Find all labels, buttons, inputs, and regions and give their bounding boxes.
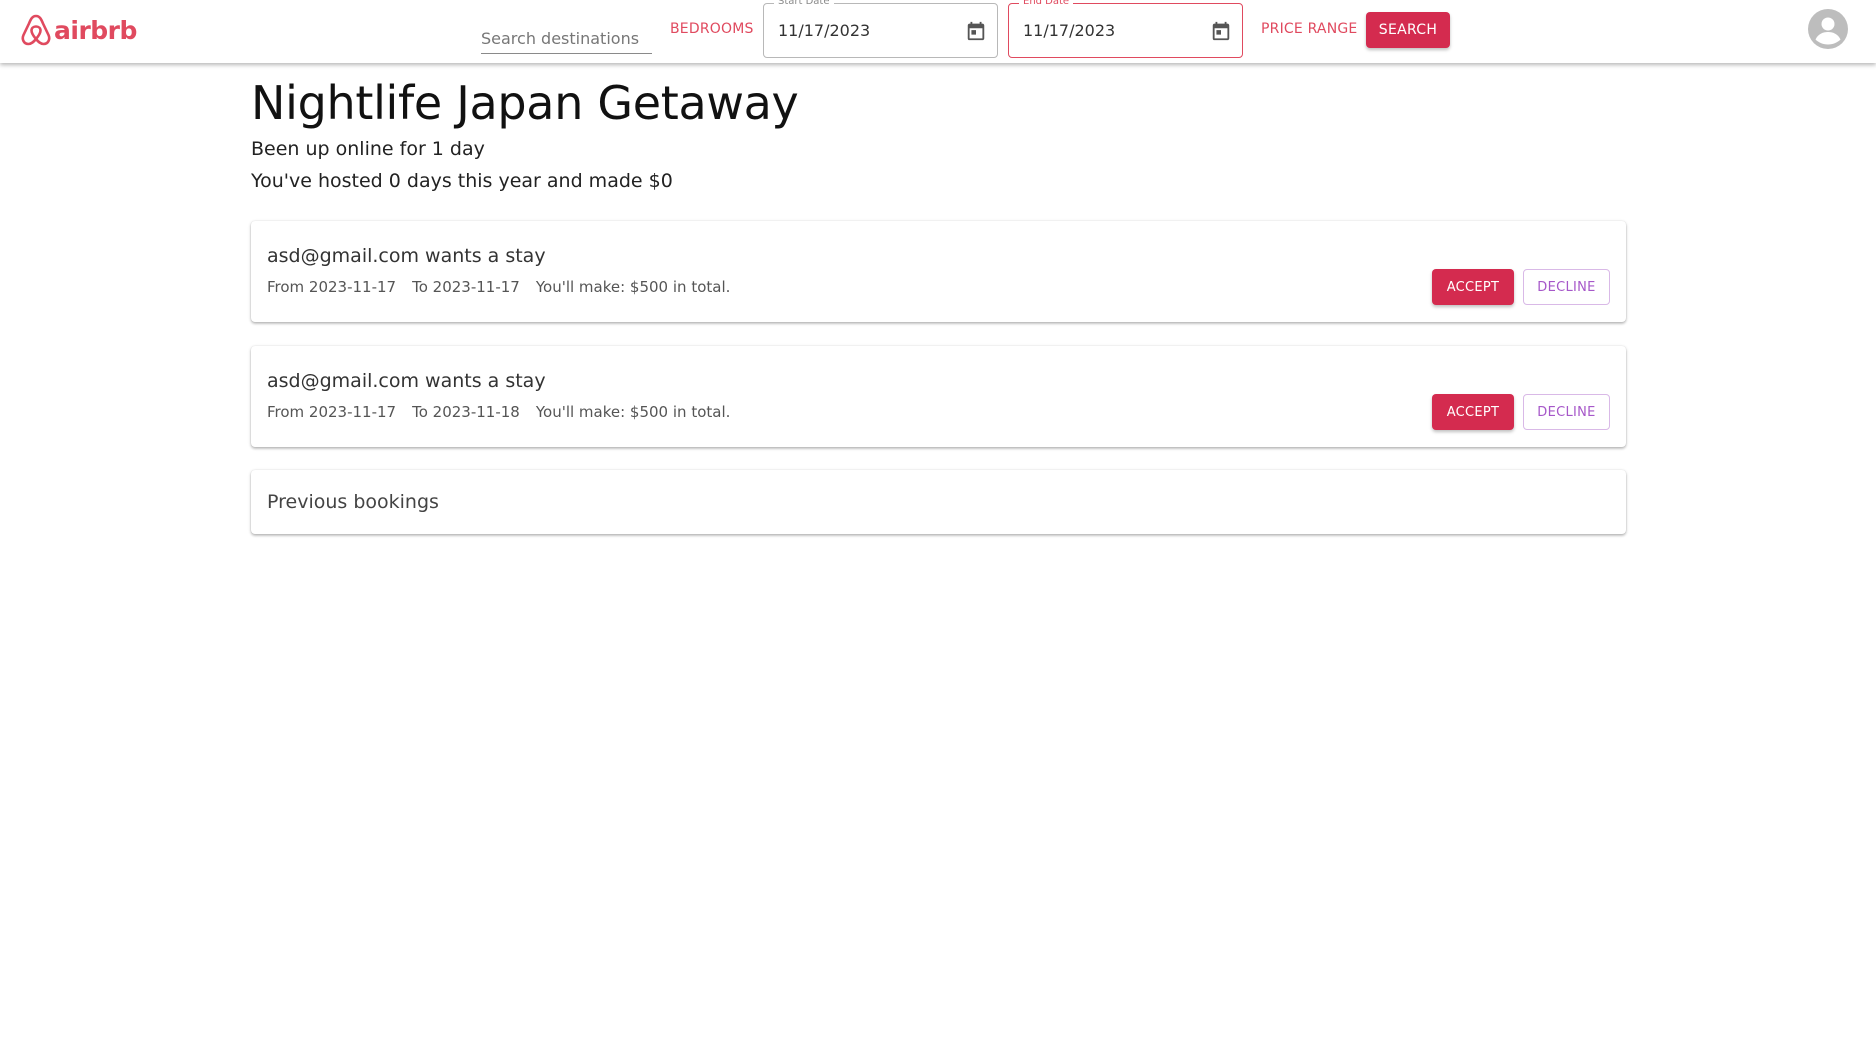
previous-bookings-title: Previous bookings [267,491,439,513]
account-circle-icon[interactable] [1808,9,1848,49]
search-destinations-input[interactable] [481,24,652,53]
end-date-label: End Date [1019,0,1074,8]
end-date-value[interactable]: 11/17/2023 [1023,21,1115,41]
booking-request-details: From 2023-11-17 To 2023-11-18 You'll mak… [267,401,730,423]
booking-request-card: asd@gmail.com wants a stay From 2023-11-… [251,221,1626,322]
bedrooms-filter-button[interactable]: BEDROOMS [670,17,754,41]
home-logo-link[interactable]: airbrb [20,12,137,48]
hosting-stats-text: You've hosted 0 days this year and made … [251,170,673,192]
booking-to-date: To 2023-11-18 [412,403,520,421]
booking-earnings: You'll make: $500 in total. [535,403,731,421]
top-navigation-bar: airbrb BEDROOMS Start Date 11/17/2023 En… [0,0,1876,63]
calendar-icon[interactable] [965,20,987,42]
booking-earnings: You'll make: $500 in total. [535,278,731,296]
decline-button[interactable]: DECLINE [1523,269,1610,305]
previous-bookings-panel[interactable]: Previous bookings [251,470,1626,534]
page-title: Nightlife Japan Getaway [251,76,799,130]
start-date-value[interactable]: 11/17/2023 [778,21,870,41]
price-range-filter-button[interactable]: PRICE RANGE [1261,17,1357,41]
calendar-icon[interactable] [1210,20,1232,42]
accept-button[interactable]: ACCEPT [1432,394,1514,430]
booking-request-details: From 2023-11-17 To 2023-11-17 You'll mak… [267,276,730,298]
logo-text: airbrb [54,15,137,45]
start-date-field[interactable]: Start Date 11/17/2023 [763,0,998,58]
accept-button[interactable]: ACCEPT [1432,269,1514,305]
booking-from-date: From 2023-11-17 [267,278,397,296]
search-button[interactable]: SEARCH [1366,12,1450,48]
listing-summary: Nightlife Japan Getaway Been up online f… [251,73,1626,197]
booking-to-date: To 2023-11-17 [412,278,520,296]
booking-request-card: asd@gmail.com wants a stay From 2023-11-… [251,346,1626,447]
airbnb-belo-icon [20,12,52,48]
booking-request-title: asd@gmail.com wants a stay [267,370,546,392]
end-date-field[interactable]: End Date 11/17/2023 [1008,0,1243,58]
booking-from-date: From 2023-11-17 [267,403,397,421]
booking-request-title: asd@gmail.com wants a stay [267,245,546,267]
start-date-label: Start Date [774,0,834,8]
search-destinations-field[interactable] [481,24,652,54]
decline-button[interactable]: DECLINE [1523,394,1610,430]
online-duration-text: Been up online for 1 day [251,138,485,160]
